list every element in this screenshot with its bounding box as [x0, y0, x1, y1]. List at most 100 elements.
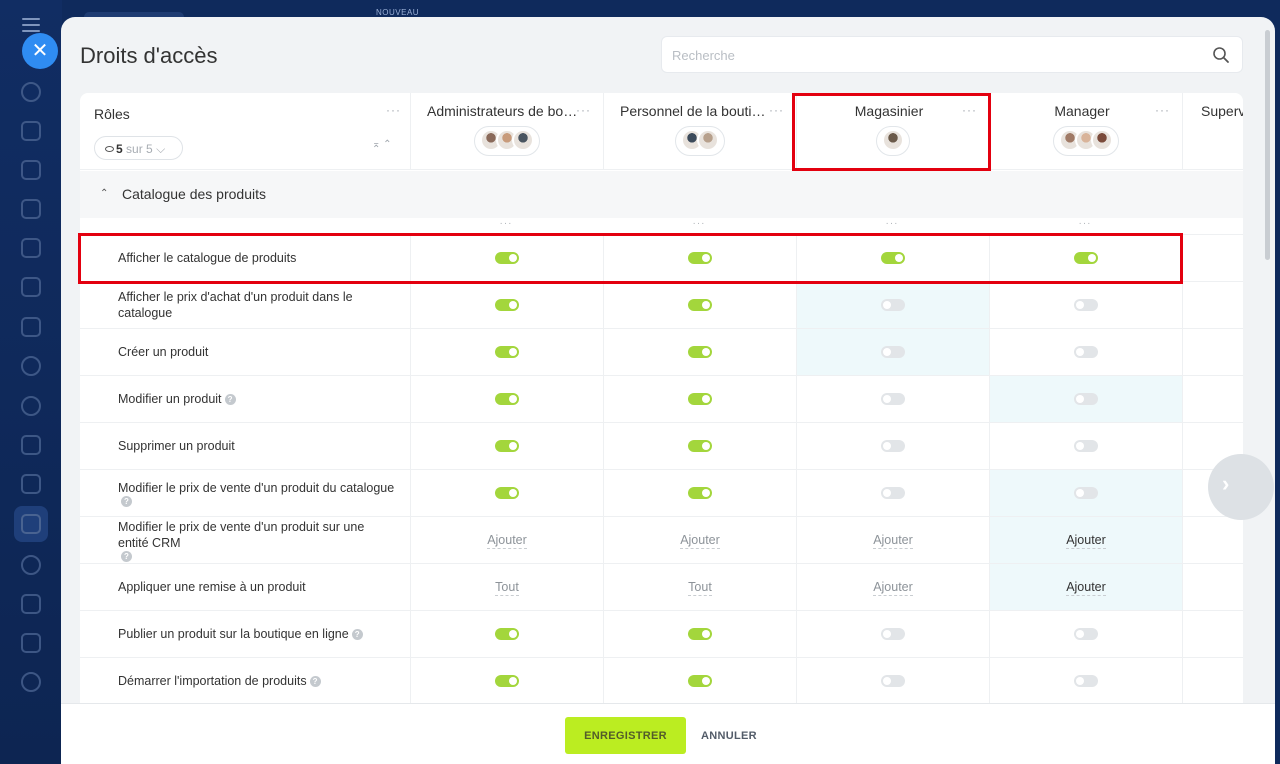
- permission-value: Tout: [688, 580, 712, 596]
- toggle-on[interactable]: [1074, 252, 1098, 264]
- role-more-icon[interactable]: ···: [1155, 103, 1170, 117]
- column-section-more-icon[interactable]: ···: [1079, 218, 1092, 229]
- permission-value-dropdown[interactable]: Ajouter: [990, 580, 1182, 596]
- save-button[interactable]: ENREGISTRER: [565, 717, 686, 754]
- role-column-4[interactable]: Superviseur: [1182, 93, 1243, 170]
- toggle-on[interactable]: [495, 675, 519, 687]
- role-members[interactable]: [876, 126, 910, 156]
- pulse-icon[interactable]: [21, 82, 41, 102]
- role-members[interactable]: [675, 126, 725, 156]
- tasks-icon[interactable]: [21, 160, 41, 180]
- role-more-icon[interactable]: ···: [576, 103, 591, 117]
- permission-value-dropdown[interactable]: Ajouter: [604, 533, 796, 549]
- filter-icon[interactable]: [21, 514, 41, 534]
- page-title: Droits d'accès: [80, 43, 218, 68]
- column-section-more-icon[interactable]: ···: [886, 218, 899, 229]
- role-column-3[interactable]: Manager ···: [989, 93, 1182, 170]
- toggle-on[interactable]: [495, 393, 519, 405]
- toggle-on[interactable]: [688, 346, 712, 358]
- toggle-off[interactable]: [1074, 487, 1098, 499]
- permission-cell: Ajouter: [410, 517, 603, 563]
- help-icon[interactable]: ?: [121, 550, 132, 562]
- permission-value-dropdown[interactable]: Tout: [411, 580, 603, 596]
- permission-cell: Tout: [410, 564, 603, 610]
- permission-value-dropdown[interactable]: Ajouter: [990, 533, 1182, 549]
- menu-icon[interactable]: [22, 18, 40, 32]
- permission-value: Ajouter: [680, 533, 720, 549]
- cart-icon[interactable]: [21, 594, 41, 614]
- column-section-more-icon[interactable]: ···: [693, 218, 706, 229]
- toggle-on[interactable]: [495, 346, 519, 358]
- permission-value-dropdown[interactable]: Tout: [604, 580, 796, 596]
- chevron-up-icon[interactable]: ⌃: [100, 188, 108, 199]
- scroll-right-button[interactable]: ›: [1208, 454, 1274, 520]
- toggle-off[interactable]: [881, 628, 905, 640]
- toggle-on[interactable]: [688, 487, 712, 499]
- toggle-off[interactable]: [1074, 628, 1098, 640]
- help-icon[interactable]: ?: [351, 628, 363, 640]
- role-column-2[interactable]: Magasinier ···: [796, 93, 989, 170]
- column-section-more-icon[interactable]: ···: [500, 218, 513, 229]
- help-icon[interactable]: ?: [121, 495, 132, 507]
- chat-icon[interactable]: [21, 121, 41, 141]
- vertical-scrollbar[interactable]: [1265, 30, 1270, 260]
- toggle-on[interactable]: [688, 252, 712, 264]
- toggle-off[interactable]: [1074, 675, 1098, 687]
- document-icon[interactable]: [21, 238, 41, 258]
- toggle-on[interactable]: [688, 299, 712, 311]
- toggle-on[interactable]: [881, 252, 905, 264]
- toggle-on[interactable]: [495, 440, 519, 452]
- role-column-0[interactable]: Administrateurs de boutique ···: [410, 93, 603, 170]
- toggle-on[interactable]: [688, 440, 712, 452]
- permission-value-dropdown[interactable]: Ajouter: [411, 533, 603, 549]
- mail-icon[interactable]: [21, 317, 41, 337]
- inventory-icon[interactable]: [21, 633, 41, 653]
- team-icon[interactable]: [21, 672, 41, 692]
- help-icon[interactable]: ?: [224, 393, 236, 405]
- toggle-on[interactable]: [688, 393, 712, 405]
- toggle-off[interactable]: [1074, 440, 1098, 452]
- permission-cell: [603, 376, 796, 422]
- box-icon[interactable]: [21, 555, 41, 575]
- collapse-expand-icon[interactable]: ⌅ ⌃: [372, 139, 392, 150]
- permission-cell: [410, 658, 603, 704]
- toggle-on[interactable]: [688, 675, 712, 687]
- role-column-1[interactable]: Personnel de la boutique ···: [603, 93, 796, 170]
- toggle-off[interactable]: [881, 299, 905, 311]
- toggle-on[interactable]: [495, 487, 519, 499]
- toggle-on[interactable]: [495, 252, 519, 264]
- permission-cell: [410, 282, 603, 328]
- toggle-on[interactable]: [688, 628, 712, 640]
- toggle-off[interactable]: [1074, 346, 1098, 358]
- drive-icon[interactable]: [21, 277, 41, 297]
- cancel-button[interactable]: ANNULER: [693, 717, 765, 754]
- toggle-off[interactable]: [1074, 393, 1098, 405]
- contacts-icon[interactable]: [21, 356, 41, 376]
- role-members[interactable]: [474, 126, 540, 156]
- section-catalogue[interactable]: ⌃ Catalogue des produits: [80, 171, 1243, 218]
- search-icon[interactable]: [1212, 46, 1230, 64]
- help-icon[interactable]: ?: [309, 675, 321, 687]
- role-members[interactable]: [1053, 126, 1119, 156]
- calendar-icon[interactable]: [21, 199, 41, 219]
- table-row: Démarrer l'importation de produits?: [80, 658, 1243, 705]
- sites-icon[interactable]: [21, 435, 41, 455]
- role-more-icon[interactable]: ···: [962, 103, 977, 117]
- role-more-icon[interactable]: ···: [769, 103, 784, 117]
- toggle-off[interactable]: [881, 346, 905, 358]
- toggle-off[interactable]: [881, 393, 905, 405]
- roles-more-icon[interactable]: ···: [386, 103, 401, 117]
- toggle-off[interactable]: [881, 675, 905, 687]
- close-button[interactable]: ✕: [22, 33, 58, 69]
- workflow-icon[interactable]: [21, 396, 41, 416]
- toggle-on[interactable]: [495, 628, 519, 640]
- permission-value-dropdown[interactable]: Ajouter: [797, 580, 989, 596]
- toggle-off[interactable]: [1074, 299, 1098, 311]
- checklist-icon[interactable]: [21, 474, 41, 494]
- permission-value-dropdown[interactable]: Ajouter: [797, 533, 989, 549]
- search-input[interactable]: Recherche: [661, 36, 1243, 73]
- toggle-off[interactable]: [881, 487, 905, 499]
- toggle-on[interactable]: [495, 299, 519, 311]
- toggle-off[interactable]: [881, 440, 905, 452]
- roles-filter-button[interactable]: 5 sur 5 ⌵: [94, 136, 183, 160]
